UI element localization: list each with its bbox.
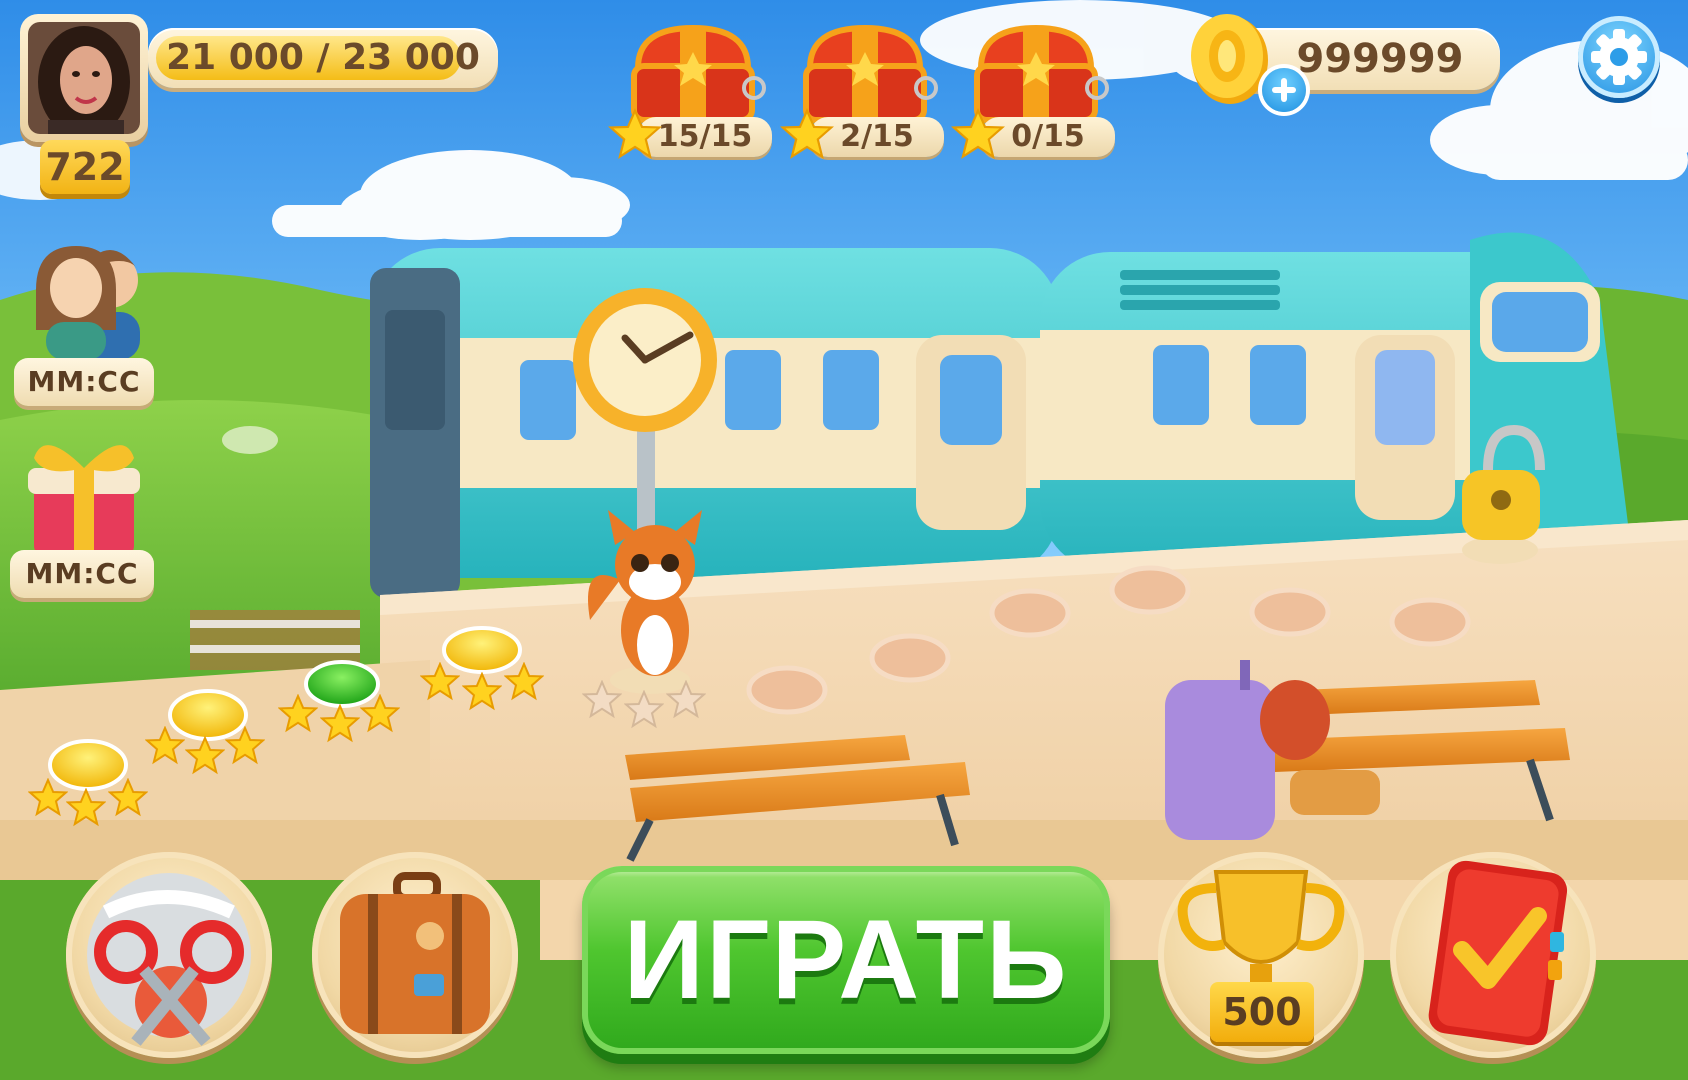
player-level: 722 — [45, 145, 125, 189]
trophy-score-badge: 500 — [1210, 982, 1314, 1042]
leaderboard-button[interactable]: 500 — [1158, 852, 1364, 1058]
friends-event-button[interactable]: ММ:СС — [14, 240, 154, 410]
star-icon — [780, 108, 834, 159]
play-button-label: ИГРАТЬ — [623, 897, 1069, 1022]
chest-reward-button[interactable]: 2/15 — [780, 14, 944, 164]
chest-reward-button[interactable]: 0/15 — [951, 14, 1115, 164]
sewing-kit-icon — [87, 873, 251, 1046]
player-avatar[interactable] — [20, 14, 148, 142]
level-node[interactable] — [279, 660, 399, 741]
plus-icon — [1272, 78, 1296, 102]
gift-box-icon — [28, 445, 140, 556]
level-node-current[interactable] — [583, 681, 705, 727]
level-node[interactable] — [29, 739, 147, 825]
play-button[interactable]: ИГРАТЬ — [582, 866, 1110, 1054]
tasks-button[interactable] — [1390, 852, 1596, 1058]
gift-event-button[interactable]: ММ:СС — [10, 432, 154, 602]
xp-bar: 21 000 / 23 000 — [148, 28, 498, 88]
add-coins-button[interactable] — [1262, 68, 1306, 112]
star-icon — [608, 108, 662, 159]
player-portrait — [28, 22, 140, 134]
friends-icon — [36, 246, 140, 360]
xp-progress-text: 21 000 / 23 000 — [166, 37, 480, 78]
suitcase-button[interactable] — [312, 852, 518, 1058]
friends-event-timer: ММ:СС — [14, 358, 154, 406]
level-node[interactable] — [421, 626, 543, 709]
chest-reward-button[interactable]: 15/15 — [608, 14, 772, 164]
settings-button[interactable] — [1578, 16, 1660, 98]
sewing-kit-button[interactable] — [66, 852, 272, 1058]
player-level-badge: 722 — [40, 140, 130, 194]
gift-event-timer: ММ:СС — [10, 550, 154, 598]
trophy-score: 500 — [1222, 990, 1302, 1034]
suitcase-icon — [340, 872, 490, 1034]
star-icon — [951, 108, 1005, 159]
level-node[interactable] — [146, 689, 264, 773]
gear-icon — [1591, 29, 1647, 85]
task-book-icon — [1428, 860, 1568, 1046]
